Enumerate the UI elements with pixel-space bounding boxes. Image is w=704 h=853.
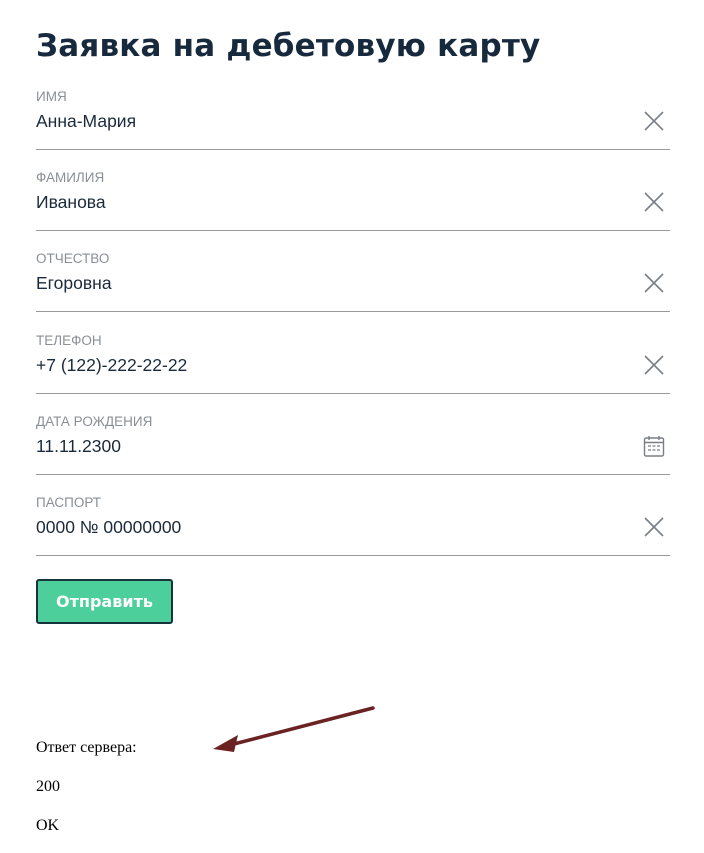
phone-label: ТЕЛЕФОН: [36, 333, 102, 348]
passport-input[interactable]: [36, 515, 616, 539]
clear-icon[interactable]: [642, 353, 666, 377]
server-response-heading: Ответ сервера:: [36, 739, 137, 756]
birth-date-input[interactable]: [36, 434, 616, 458]
first-name-label: ИМЯ: [36, 89, 67, 104]
birth-date-field: ДАТА РОЖДЕНИЯ: [36, 414, 670, 475]
clear-icon[interactable]: [642, 515, 666, 539]
clear-icon[interactable]: [642, 109, 666, 133]
server-response-status-text: OK: [36, 817, 60, 834]
calendar-icon[interactable]: [642, 434, 666, 458]
first-name-field: ИМЯ: [36, 89, 670, 150]
server-response-status-code: 200: [36, 778, 60, 795]
page-title: Заявка на дебетовую карту: [36, 28, 541, 64]
last-name-input[interactable]: [36, 190, 616, 214]
phone-input[interactable]: [36, 353, 616, 377]
last-name-field: ФАМИЛИЯ: [36, 170, 670, 231]
clear-icon[interactable]: [642, 271, 666, 295]
patronymic-label: ОТЧЕСТВО: [36, 251, 110, 266]
submit-button[interactable]: Отправить: [36, 579, 173, 624]
passport-field: ПАСПОРТ: [36, 495, 670, 556]
phone-field: ТЕЛЕФОН: [36, 333, 670, 394]
last-name-label: ФАМИЛИЯ: [36, 170, 105, 185]
birth-date-label: ДАТА РОЖДЕНИЯ: [36, 414, 153, 429]
clear-icon[interactable]: [642, 190, 666, 214]
passport-label: ПАСПОРТ: [36, 495, 102, 510]
patronymic-input[interactable]: [36, 271, 616, 295]
patronymic-field: ОТЧЕСТВО: [36, 251, 670, 312]
first-name-input[interactable]: [36, 109, 616, 133]
